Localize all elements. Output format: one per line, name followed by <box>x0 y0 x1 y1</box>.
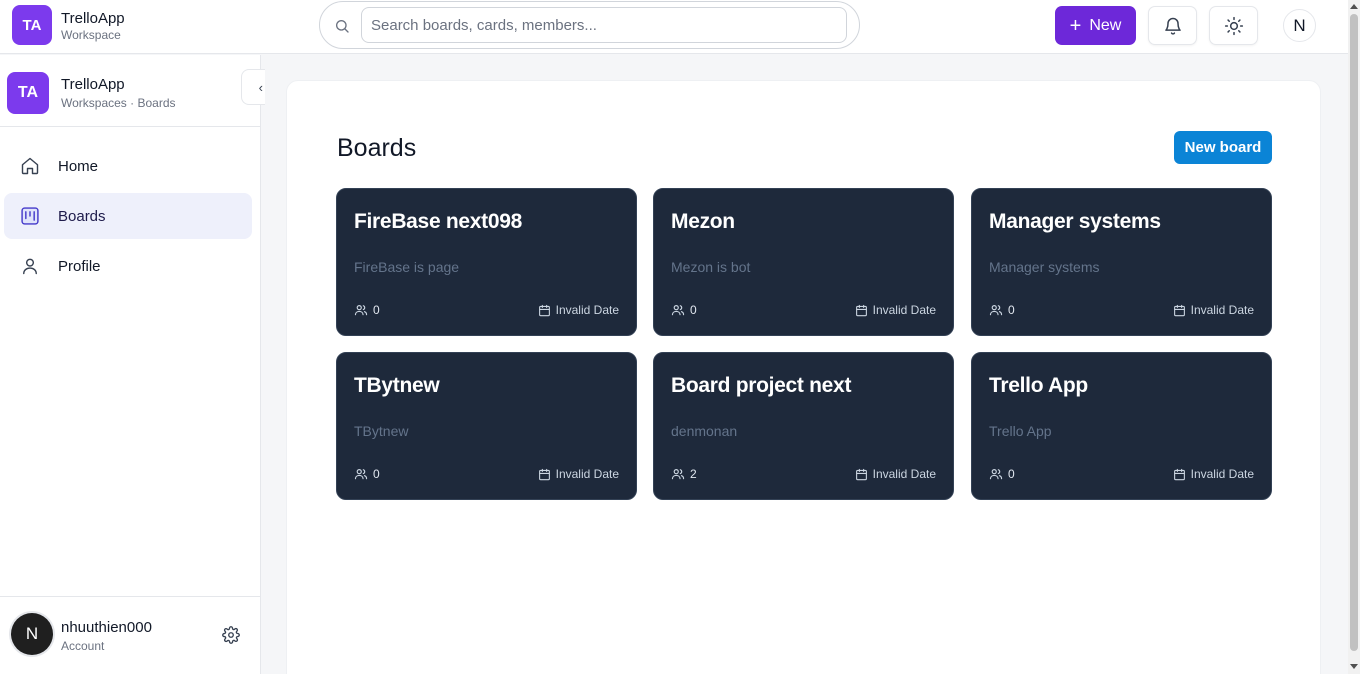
board-card[interactable]: Trello App Trello App 0 Invalid Date <box>971 352 1272 500</box>
account-username: nhuuthien000 <box>61 619 152 636</box>
collapse-sidebar-button[interactable]: ‹ <box>241 69 265 105</box>
members-count: 0 <box>1008 303 1015 317</box>
board-description: FireBase is page <box>354 259 460 275</box>
brand-logo[interactable]: TA <box>12 5 52 45</box>
page-title: Boards <box>337 134 417 162</box>
members-count: 2 <box>690 467 697 481</box>
board-date: Invalid Date <box>538 303 619 317</box>
calendar-icon <box>538 304 550 316</box>
board-members: 0 <box>671 303 697 317</box>
brand-name: TrelloApp <box>61 10 125 27</box>
sidebar-item-home[interactable]: Home <box>4 143 252 189</box>
user-icon <box>20 256 40 276</box>
new-board-button[interactable]: New board <box>1174 131 1272 164</box>
user-avatar[interactable]: N <box>1283 9 1316 42</box>
board-date: Invalid Date <box>1173 467 1254 481</box>
members-icon <box>989 469 1003 480</box>
sidebar-item-label: Home <box>58 157 99 175</box>
brand-subtitle: Workspace <box>61 28 121 42</box>
members-icon <box>989 305 1003 316</box>
scrollbar-thumb[interactable] <box>1350 14 1358 651</box>
members-icon <box>354 305 368 316</box>
members-count: 0 <box>373 467 380 481</box>
board-card[interactable]: Board project next denmonan 2 Invalid Da… <box>653 352 954 500</box>
board-card[interactable]: FireBase next098 FireBase is page 0 Inva… <box>336 188 637 336</box>
board-members: 0 <box>989 467 1015 481</box>
board-members: 0 <box>354 467 380 481</box>
boards-icon <box>20 206 40 226</box>
date-text: Invalid Date <box>555 467 619 481</box>
calendar-icon <box>538 468 550 480</box>
members-icon <box>671 305 685 316</box>
theme-toggle-button[interactable] <box>1209 6 1258 45</box>
board-description: TBytnew <box>354 423 409 439</box>
search-bar <box>319 1 860 49</box>
date-text: Invalid Date <box>1190 467 1254 481</box>
top-bar: TA TrelloApp Workspace + New N <box>0 0 1348 54</box>
board-title: TBytnew <box>354 374 440 397</box>
boards-panel: Boards New board FireBase next098 FireBa… <box>286 80 1321 674</box>
search-icon <box>336 20 349 33</box>
board-title: Mezon <box>671 210 735 233</box>
new-button[interactable]: + New <box>1055 6 1136 45</box>
date-text: Invalid Date <box>872 467 936 481</box>
sun-icon <box>1224 16 1243 35</box>
board-date: Invalid Date <box>538 467 619 481</box>
board-date: Invalid Date <box>855 303 936 317</box>
scroll-down-arrow-icon[interactable] <box>1350 664 1358 669</box>
calendar-icon <box>855 468 867 480</box>
date-text: Invalid Date <box>1190 303 1254 317</box>
board-title: FireBase next098 <box>354 210 522 233</box>
sidebar-item-boards[interactable]: Boards <box>4 193 252 239</box>
new-button-label: New <box>1089 16 1122 34</box>
board-description: Trello App <box>989 423 1052 439</box>
board-description: denmonan <box>671 423 738 439</box>
board-card[interactable]: Manager systems Manager systems 0 Invali… <box>971 188 1272 336</box>
board-date: Invalid Date <box>1173 303 1254 317</box>
board-card[interactable]: Mezon Mezon is bot 0 Invalid Date <box>653 188 954 336</box>
calendar-icon <box>1173 468 1185 480</box>
calendar-icon <box>855 304 867 316</box>
sidebar: TA TrelloApp Workspaces · Boards ‹ Home … <box>0 55 265 674</box>
search-input[interactable] <box>361 7 847 43</box>
notifications-button[interactable] <box>1148 6 1197 45</box>
board-description: Manager systems <box>989 259 1100 275</box>
board-members: 0 <box>989 303 1015 317</box>
chevron-left-icon: ‹ <box>258 79 263 95</box>
sidebar-item-profile[interactable]: Profile <box>4 243 252 289</box>
date-text: Invalid Date <box>872 303 936 317</box>
board-title: Trello App <box>989 374 1088 397</box>
workspace-breadcrumb: Workspaces · Boards <box>61 96 176 110</box>
workspace-badge: TA <box>7 72 49 114</box>
board-title: Board project next <box>671 374 852 397</box>
account-avatar[interactable]: N <box>11 613 53 655</box>
board-card[interactable]: TBytnew TBytnew 0 Invalid Date <box>336 352 637 500</box>
bell-icon <box>1164 17 1181 35</box>
board-members: 2 <box>671 467 697 481</box>
scroll-up-arrow-icon[interactable] <box>1350 4 1358 9</box>
plus-icon: + <box>1069 14 1082 37</box>
members-icon <box>354 469 368 480</box>
board-title: Manager systems <box>989 210 1161 233</box>
sidebar-item-label: Boards <box>58 207 106 225</box>
date-text: Invalid Date <box>555 303 619 317</box>
settings-gear-icon[interactable] <box>222 626 240 644</box>
board-date: Invalid Date <box>855 467 936 481</box>
divider <box>0 126 260 127</box>
board-members: 0 <box>354 303 380 317</box>
account-label: Account <box>61 639 105 653</box>
home-icon <box>20 156 40 176</box>
members-count: 0 <box>690 303 697 317</box>
workspace-name: TrelloApp <box>61 76 125 93</box>
board-description: Mezon is bot <box>671 259 751 275</box>
page-scrollbar[interactable] <box>1348 0 1360 674</box>
divider <box>0 596 260 597</box>
calendar-icon <box>1173 304 1185 316</box>
sidebar-item-label: Profile <box>58 257 101 275</box>
members-icon <box>671 469 685 480</box>
members-count: 0 <box>373 303 380 317</box>
members-count: 0 <box>1008 467 1015 481</box>
